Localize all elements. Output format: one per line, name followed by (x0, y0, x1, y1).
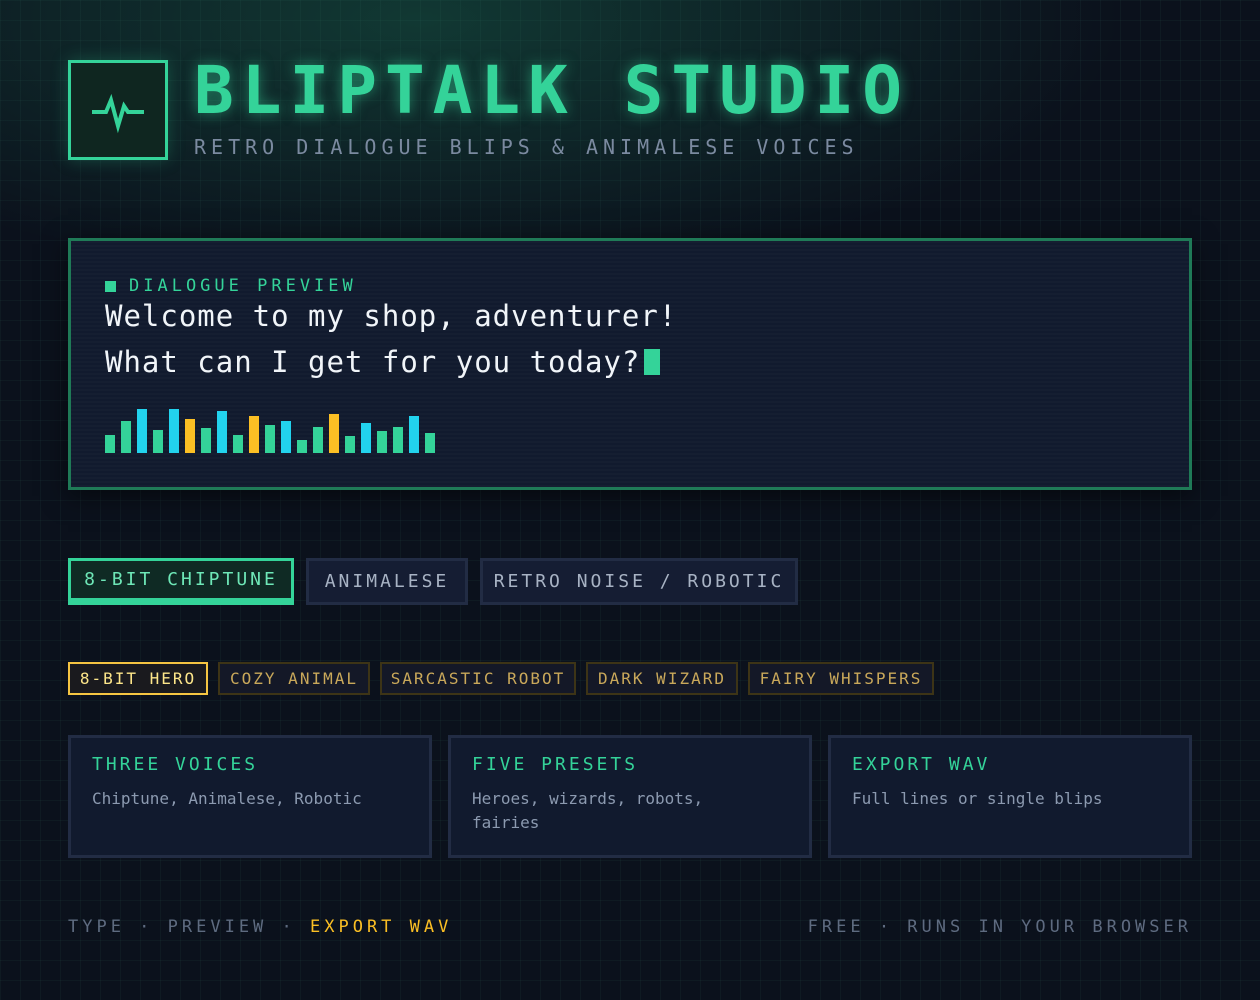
preset-fairy-whispers[interactable]: FAIRY WHISPERS (748, 662, 934, 695)
waveform-bar (425, 433, 435, 453)
waveform-bar (281, 421, 291, 453)
footer-steps-accent: EXPORT WAV (310, 917, 453, 937)
waveform-bar (105, 435, 115, 453)
dialogue-preview-panel: DIALOGUE PREVIEW Welcome to my shop, adv… (68, 238, 1192, 490)
square-bullet-icon (105, 280, 116, 292)
preview-label-text: DIALOGUE PREVIEW (129, 276, 357, 296)
waveform-bar (329, 414, 339, 453)
waveform-bar (297, 440, 307, 453)
waveform-bar (217, 411, 227, 453)
dialogue-line-1: Welcome to my shop, adventurer! (105, 299, 678, 333)
text-cursor-icon (644, 349, 661, 375)
feature-card-presets: FIVE PRESETS Heroes, wizards, robots, fa… (448, 735, 812, 858)
preset-sarcastic-robot[interactable]: SARCASTIC ROBOT (380, 662, 576, 695)
feature-card-desc: Heroes, wizards, robots, fairies (472, 789, 704, 832)
waveform-bar (361, 423, 371, 453)
waveform-bar (153, 430, 163, 453)
waveform-bar (201, 428, 211, 453)
preset-cozy-animal[interactable]: COZY ANIMAL (218, 662, 370, 695)
tab-retro-noise-robotic[interactable]: RETRO NOISE / ROBOTIC (480, 558, 798, 605)
dialogue-line-2: What can I get for you today? (105, 345, 661, 379)
feature-card-title: THREE VOICES (92, 754, 259, 775)
waveform-bar (121, 421, 131, 453)
tab-animalese[interactable]: ANIMALESE (306, 558, 468, 605)
waveform-bar (169, 409, 179, 453)
logo (68, 60, 168, 160)
preset-dark-wizard[interactable]: DARK WIZARD (586, 662, 738, 695)
footer-steps-text: TYPE · PREVIEW · (68, 917, 310, 937)
app-title: BLIPTALK STUDIO (194, 52, 911, 129)
waveform-bar (249, 416, 259, 453)
waveform-bar (137, 409, 147, 453)
app-subtitle: RETRO DIALOGUE BLIPS & ANIMALESE VOICES (194, 135, 859, 159)
waveform-bar (313, 427, 323, 453)
footer-steps: TYPE · PREVIEW · EXPORT WAV (68, 917, 452, 937)
feature-card-export: EXPORT WAV Full lines or single blips (828, 735, 1192, 858)
waveform-bar (377, 431, 387, 453)
waveform-bar (265, 425, 275, 453)
app-header: BLIPTALK STUDIO RETRO DIALOGUE BLIPS & A… (68, 52, 968, 160)
feature-card-desc: Full lines or single blips (852, 789, 1103, 808)
pulse-icon (92, 93, 144, 134)
waveform-bar (233, 435, 243, 453)
waveform-bar (185, 419, 195, 453)
dialogue-line-2-text: What can I get for you today? (105, 345, 641, 379)
waveform-bar (393, 427, 403, 453)
feature-card-title: FIVE PRESETS (472, 754, 639, 775)
blip-waveform (105, 409, 435, 453)
footer-info: FREE · RUNS IN YOUR BROWSER (807, 917, 1192, 937)
waveform-bar (409, 416, 419, 453)
tab-8bit-chiptune[interactable]: 8-BIT CHIPTUNE (68, 558, 294, 605)
feature-card-voices: THREE VOICES Chiptune, Animalese, Roboti… (68, 735, 432, 858)
preset-8bit-hero[interactable]: 8-BIT HERO (68, 662, 208, 695)
feature-card-title: EXPORT WAV (852, 754, 991, 775)
waveform-bar (345, 436, 355, 453)
preview-label: DIALOGUE PREVIEW (105, 276, 357, 296)
feature-card-desc: Chiptune, Animalese, Robotic (92, 789, 362, 808)
